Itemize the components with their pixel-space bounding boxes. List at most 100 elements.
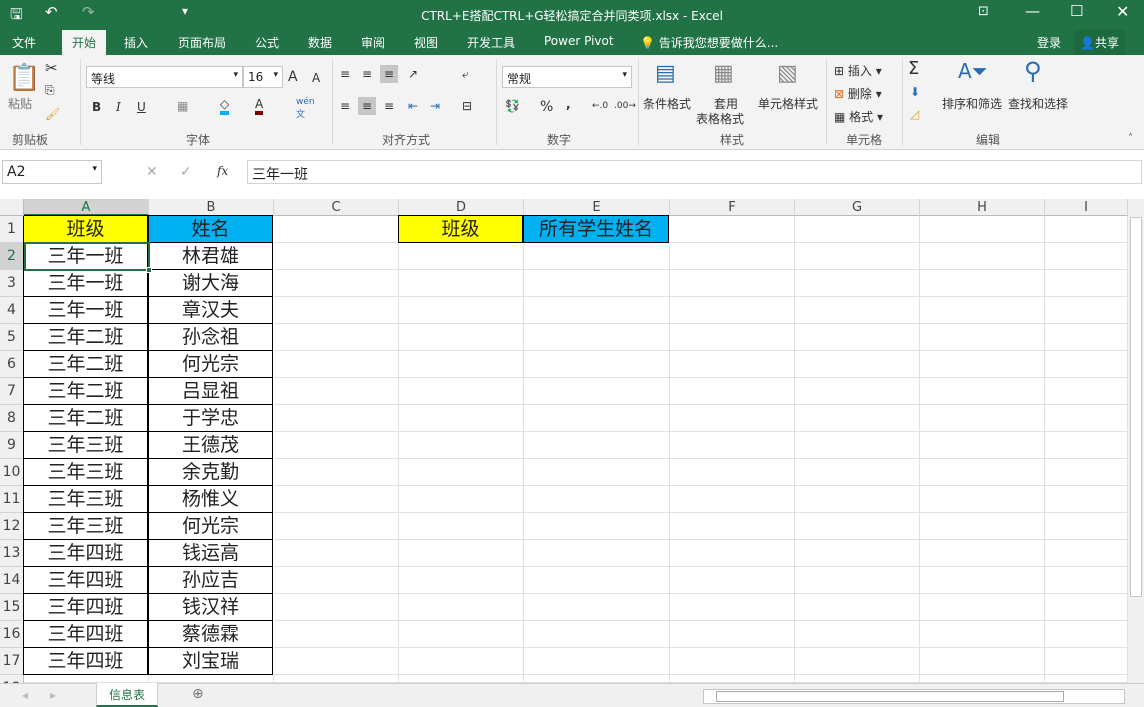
cell[interactable] [524,378,670,405]
column-header[interactable]: B [149,199,274,216]
conditional-format-button[interactable]: 条件格式 [643,95,691,112]
cell[interactable] [399,378,524,405]
cell[interactable] [670,405,795,432]
cell[interactable]: 刘宝瑞 [148,647,273,675]
cell[interactable] [274,432,399,459]
conditional-format-icon[interactable]: ▤ [655,61,676,86]
cell[interactable] [920,405,1045,432]
cell[interactable] [795,270,920,297]
row-header[interactable]: 3 [0,270,24,297]
cell[interactable] [274,675,399,683]
row-header[interactable]: 17 [0,648,24,675]
tab-formulas[interactable]: 公式 [255,34,279,51]
row-header[interactable]: 2 [0,243,24,270]
name-box[interactable]: A2 ▾ [2,160,102,184]
insert-function-button[interactable]: fx [217,164,228,178]
cell[interactable]: 班级 [23,215,148,243]
cell[interactable] [920,216,1045,243]
cell[interactable]: 三年一班 [23,269,148,297]
column-header[interactable]: C [274,199,399,216]
cell[interactable] [524,648,670,675]
increase-font-icon[interactable]: A [288,69,298,85]
cell[interactable] [524,405,670,432]
column-header[interactable]: H [920,199,1045,216]
find-select-button[interactable]: 查找和选择 [1008,95,1068,112]
cell[interactable] [399,648,524,675]
cell[interactable] [399,513,524,540]
cell[interactable] [524,324,670,351]
cell[interactable] [670,351,795,378]
cell[interactable] [399,459,524,486]
row-header[interactable]: 4 [0,297,24,324]
cell[interactable] [670,621,795,648]
cell-styles-icon[interactable]: ▧ [777,61,798,86]
decrease-decimal-icon[interactable]: .00→ [614,101,636,111]
cell[interactable]: 三年二班 [23,323,148,351]
merge-center-icon[interactable]: ⊟ [462,99,472,113]
row-header[interactable]: 5 [0,324,24,351]
cell[interactable] [795,459,920,486]
row-header[interactable]: 7 [0,378,24,405]
new-sheet-icon[interactable]: ⊕ [192,686,204,702]
cell[interactable] [1045,675,1128,683]
cell[interactable]: 三年二班 [23,404,148,432]
tell-me-search[interactable]: 💡 告诉我您想要做什么... [640,34,778,51]
cell[interactable] [670,378,795,405]
share-button[interactable]: 👤共享 [1074,30,1125,55]
cell[interactable] [274,216,399,243]
cell[interactable] [1045,243,1128,270]
login-link[interactable]: 登录 [1037,34,1061,51]
cell[interactable] [274,459,399,486]
align-right-icon[interactable]: ≡ [384,99,394,113]
cell[interactable] [1045,216,1128,243]
cell[interactable] [399,351,524,378]
cell[interactable]: 三年四班 [23,566,148,594]
sort-filter-button[interactable]: 排序和筛选 [942,95,1002,112]
cell[interactable] [274,594,399,621]
cell[interactable] [670,513,795,540]
find-select-icon[interactable]: ⚲ [1024,57,1042,85]
paste-button[interactable]: 粘贴 [8,95,32,112]
cell[interactable] [399,621,524,648]
tab-power-pivot[interactable]: Power Pivot [544,34,614,48]
delete-cells-button[interactable]: ⊠ 删除 ▾ [834,85,882,102]
format-painter-icon[interactable]: 🖌 [45,107,60,121]
cell[interactable] [795,432,920,459]
cell[interactable] [1045,459,1128,486]
cell[interactable]: 王德茂 [148,431,273,459]
cell-styles-button[interactable]: 单元格样式 [758,95,818,112]
fill-color-icon[interactable]: ◇ [220,97,230,115]
accounting-format-icon[interactable]: 💱 [505,99,520,113]
cell[interactable] [670,540,795,567]
cell[interactable] [399,405,524,432]
cell[interactable]: 钱汉祥 [148,593,273,621]
collapse-ribbon-icon[interactable]: ˄ [1128,133,1133,144]
tab-page-layout[interactable]: 页面布局 [178,34,226,51]
cell[interactable] [399,675,524,683]
cell[interactable] [1045,324,1128,351]
cell[interactable] [920,621,1045,648]
cell[interactable]: 三年二班 [23,350,148,378]
phonetic-icon[interactable]: wén 文 [296,97,315,120]
row-header[interactable]: 9 [0,432,24,459]
cell[interactable] [795,594,920,621]
cell[interactable] [274,324,399,351]
cell[interactable] [524,243,670,270]
align-left-icon[interactable]: ≡ [340,99,350,113]
horizontal-scrollbar[interactable] [703,689,1125,704]
select-all-button[interactable] [0,199,24,216]
cell[interactable] [399,540,524,567]
format-as-table-icon[interactable]: ▦ [713,61,734,86]
tab-review[interactable]: 审阅 [361,34,385,51]
cell[interactable] [795,621,920,648]
cell[interactable]: 三年三班 [23,458,148,486]
cell[interactable]: 孙念祖 [148,323,273,351]
cell[interactable] [274,243,399,270]
cell[interactable] [795,324,920,351]
cell[interactable]: 三年四班 [23,620,148,648]
cell[interactable] [795,378,920,405]
cell[interactable] [670,324,795,351]
cell[interactable]: 孙应吉 [148,566,273,594]
cell[interactable] [920,675,1045,683]
cell[interactable] [524,675,670,683]
